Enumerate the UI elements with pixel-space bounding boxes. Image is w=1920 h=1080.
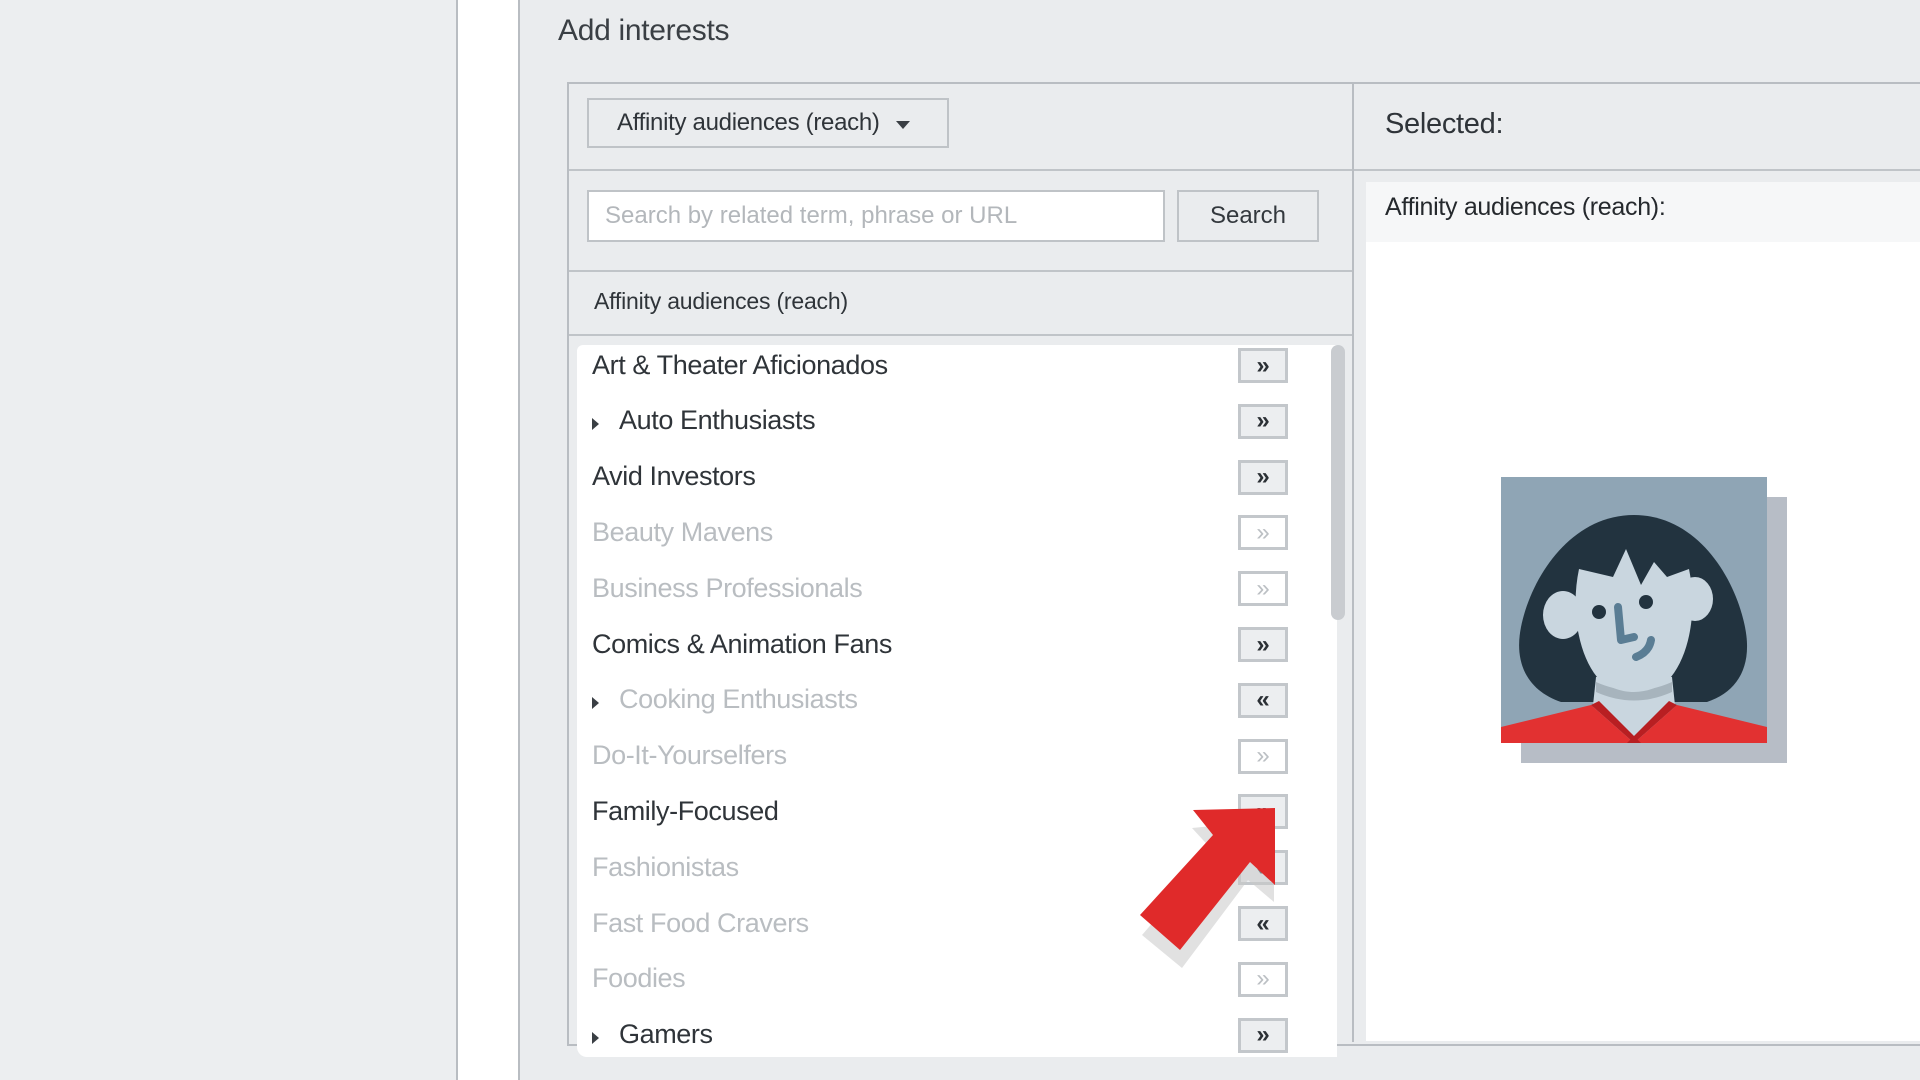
sidebar-strip bbox=[458, 0, 518, 1080]
remove-interest-button[interactable]: « bbox=[1238, 906, 1288, 941]
remove-interest-button[interactable]: « bbox=[1238, 850, 1288, 886]
caret-down-icon bbox=[895, 121, 910, 129]
list-item-label: Gamers bbox=[619, 1019, 713, 1050]
list-item[interactable]: Auto Enthusiasts bbox=[577, 396, 1277, 446]
audience-type-dropdown[interactable]: Affinity audiences (reach) bbox=[587, 98, 949, 148]
add-interest-button[interactable]: » bbox=[1238, 961, 1288, 997]
list-item[interactable]: Business Professionals bbox=[577, 563, 1277, 613]
bottom-background bbox=[567, 1058, 1920, 1080]
add-interest-button[interactable]: » bbox=[1238, 627, 1288, 662]
row-divider bbox=[569, 270, 1352, 272]
add-interest-button[interactable]: » bbox=[1238, 571, 1288, 607]
add-interest-button[interactable]: » bbox=[1238, 515, 1288, 551]
add-interest-button[interactable]: » bbox=[1238, 459, 1288, 495]
list-item-label: Foodies bbox=[592, 963, 686, 994]
list-item[interactable]: Fashionistas bbox=[577, 842, 1277, 892]
selected-title: Selected: bbox=[1385, 108, 1504, 140]
list-item[interactable]: Comics & Animation Fans bbox=[577, 619, 1277, 669]
add-interest-button[interactable]: » bbox=[1238, 348, 1288, 383]
add-interest-button[interactable]: » bbox=[1238, 1017, 1288, 1053]
list-scrollbar[interactable] bbox=[1331, 345, 1345, 620]
list-item-label: Art & Theater Aficionados bbox=[592, 349, 888, 380]
add-interest-button[interactable]: » bbox=[1238, 738, 1288, 774]
list-item-label: Avid Investors bbox=[592, 461, 756, 492]
list-item[interactable]: Cooking Enthusiasts bbox=[577, 675, 1277, 725]
person-avatar-illustration bbox=[1501, 477, 1767, 743]
list-item[interactable]: Art & Theater Aficionados bbox=[577, 345, 1277, 390]
expand-arrow-icon[interactable] bbox=[592, 417, 599, 430]
list-item[interactable]: Foodies bbox=[577, 954, 1277, 1004]
column-divider bbox=[1352, 82, 1354, 1042]
interest-list: Art & Theater Aficionados » Auto Enthusias… bbox=[577, 345, 1337, 1057]
dropdown-selected-label: Affinity audiences (reach) bbox=[617, 109, 880, 136]
left-background bbox=[0, 0, 455, 1080]
list-item-label: Auto Enthusiasts bbox=[619, 405, 816, 436]
list-item-label: Do-It-Yourselfers bbox=[592, 740, 787, 771]
add-interest-button[interactable]: » bbox=[1238, 403, 1288, 439]
search-input[interactable] bbox=[587, 190, 1165, 242]
list-item-label: Family-Focused bbox=[592, 795, 779, 826]
list-item-label: Cooking Enthusiasts bbox=[619, 684, 858, 715]
category-header: Affinity audiences (reach) bbox=[594, 288, 848, 314]
selected-category-label: Affinity audiences (reach): bbox=[1385, 193, 1666, 221]
list-item[interactable]: Do-It-Yourselfers bbox=[577, 731, 1277, 781]
list-item-label: Business Professionals bbox=[592, 572, 863, 603]
row-divider bbox=[569, 334, 1352, 336]
expand-arrow-icon[interactable] bbox=[592, 1031, 599, 1044]
list-item-label: Fashionistas bbox=[592, 851, 739, 882]
list-item-label: Fast Food Cravers bbox=[592, 907, 809, 938]
list-item[interactable]: Avid Investors bbox=[577, 452, 1277, 502]
page-title: Add interests bbox=[558, 14, 730, 47]
list-item[interactable]: Beauty Mavens bbox=[577, 507, 1277, 557]
avatar bbox=[1501, 477, 1767, 743]
expand-arrow-icon[interactable] bbox=[592, 696, 599, 709]
list-item-label: Beauty Mavens bbox=[592, 516, 773, 547]
list-item[interactable]: Gamers bbox=[577, 1010, 1277, 1057]
list-item[interactable]: Fast Food Cravers bbox=[577, 898, 1277, 948]
remove-interest-button[interactable]: « bbox=[1238, 682, 1288, 718]
list-item[interactable]: Family-Focused bbox=[577, 786, 1277, 836]
list-item-label: Comics & Animation Fans bbox=[592, 628, 892, 659]
search-button[interactable]: Search bbox=[1177, 190, 1319, 242]
row-divider bbox=[569, 169, 1920, 171]
add-interest-button[interactable]: » bbox=[1238, 794, 1288, 830]
